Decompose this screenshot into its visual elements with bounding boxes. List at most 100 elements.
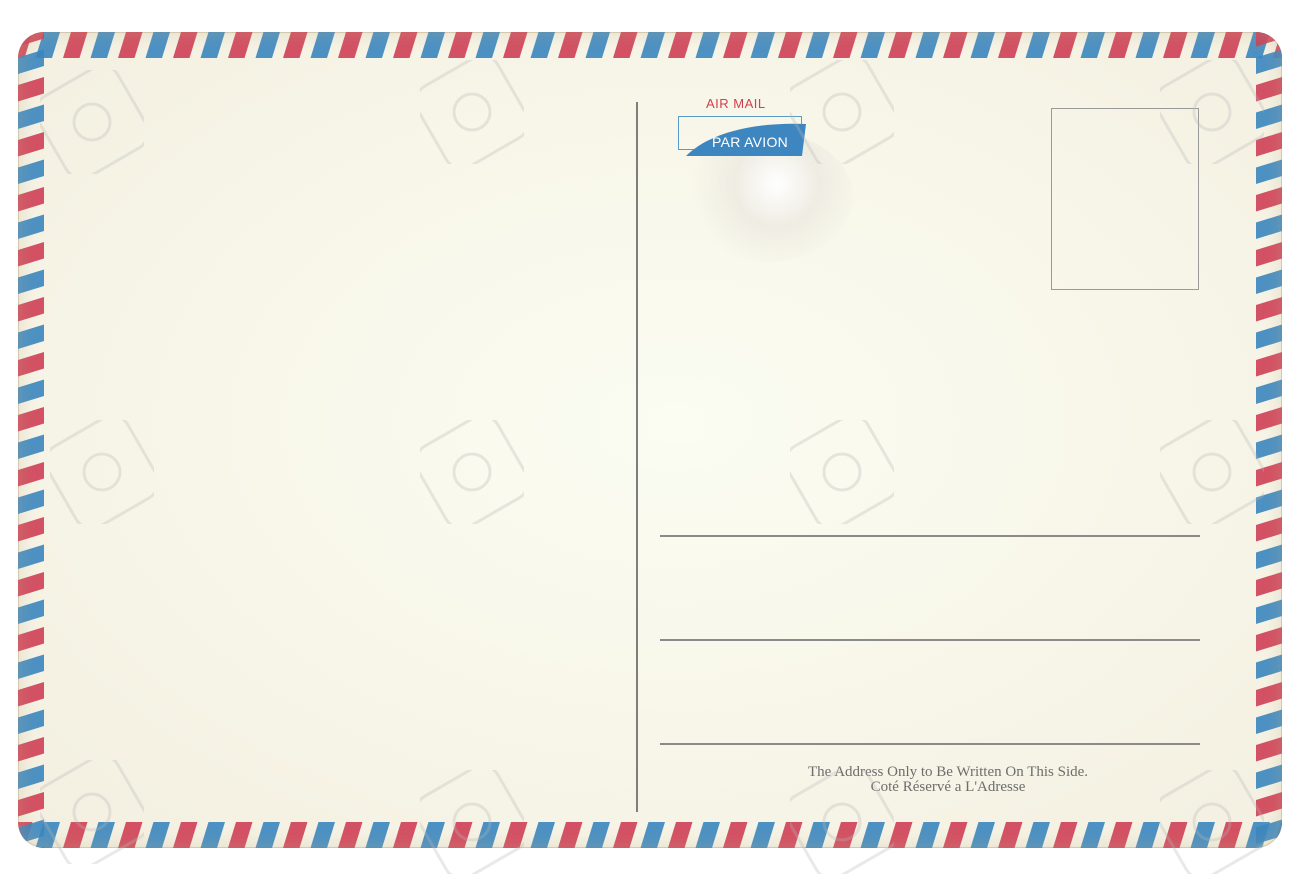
border-stripe: [18, 269, 44, 294]
border-stripe: [145, 32, 170, 58]
border-stripe: [18, 627, 44, 652]
border-stripe: [613, 32, 638, 58]
border-stripe: [970, 822, 995, 848]
border-stripe: [750, 822, 775, 848]
border-stripe: [18, 489, 44, 514]
border-stripe: [503, 822, 528, 848]
border-stripe: [18, 654, 44, 679]
border-stripe: [1245, 822, 1270, 848]
border-stripe: [1256, 159, 1282, 184]
border-stripe: [18, 242, 44, 267]
border-stripe: [338, 32, 363, 58]
border-stripe: [1256, 324, 1282, 349]
border-stripe: [310, 822, 335, 848]
border-stripe: [310, 32, 335, 58]
border-stripe: [1256, 572, 1282, 597]
border-stripe: [833, 32, 858, 58]
border-stripe: [18, 792, 44, 817]
border-stripe: [1163, 822, 1188, 848]
border-stripe: [18, 379, 44, 404]
border-stripe: [530, 32, 555, 58]
border-stripe: [833, 822, 858, 848]
border-stripe: [448, 32, 473, 58]
border-stripe: [778, 822, 803, 848]
address-line-2: [660, 639, 1200, 641]
border-stripe: [18, 214, 44, 239]
border-stripe: [1256, 819, 1282, 844]
address-line-1: [660, 535, 1200, 537]
border-stripe: [1256, 379, 1282, 404]
border-stripe: [1256, 517, 1282, 542]
border-stripe: [1256, 682, 1282, 707]
border-stripe: [1256, 132, 1282, 157]
border-stripe: [805, 822, 830, 848]
border-stripe: [448, 822, 473, 848]
border-stripe: [18, 104, 44, 129]
border-stripe: [365, 32, 390, 58]
border-stripe: [723, 32, 748, 58]
border-stripe: [805, 32, 830, 58]
border-stripe: [18, 159, 44, 184]
address-instructions-en: The Address Only to Be Written On This S…: [807, 764, 1089, 780]
border-stripe: [18, 517, 44, 542]
border-stripe: [18, 32, 44, 47]
border-stripe: [943, 822, 968, 848]
border-stripe: [145, 822, 170, 848]
border-stripe: [118, 32, 143, 58]
border-stripe: [40, 847, 44, 848]
border-stripe: [18, 434, 44, 459]
border-stripe: [338, 822, 363, 848]
border-stripe: [1025, 32, 1050, 58]
border-stripe: [1053, 32, 1078, 58]
airmail-border-top: [18, 32, 1282, 58]
border-stripe: [283, 822, 308, 848]
address-instructions-fr: Coté Réservé a L'Adresse: [870, 779, 1026, 795]
border-stripe: [503, 32, 528, 58]
border-stripe: [915, 822, 940, 848]
border-stripe: [173, 32, 198, 58]
border-stripe: [18, 32, 33, 58]
border-stripe: [613, 822, 638, 848]
border-stripe: [640, 32, 665, 58]
border-stripe: [90, 32, 115, 58]
border-stripe: [1080, 32, 1105, 58]
address-instructions: The Address Only to Be Written On This S…: [718, 765, 1178, 795]
border-stripe: [228, 32, 253, 58]
border-stripe: [998, 822, 1023, 848]
border-stripe: [18, 187, 44, 212]
border-stripe: [1256, 599, 1282, 624]
postcard: AIR MAIL PAR AVION The Address Only to B…: [18, 32, 1282, 848]
border-stripe: [35, 822, 60, 848]
border-stripe: [255, 822, 280, 848]
border-stripe: [18, 49, 44, 74]
par-avion-label: PAR AVION: [712, 134, 789, 150]
border-stripe: [63, 822, 88, 848]
address-line-3: [660, 743, 1200, 745]
border-stripe: [1135, 822, 1160, 848]
border-stripe: [1256, 104, 1282, 129]
border-stripe: [530, 822, 555, 848]
border-stripe: [18, 77, 44, 102]
border-stripe: [255, 32, 280, 58]
border-stripe: [1218, 32, 1243, 58]
border-stripe: [1256, 654, 1282, 679]
border-stripe: [1256, 242, 1282, 267]
border-stripe: [393, 822, 418, 848]
border-stripe: [1256, 214, 1282, 239]
border-stripe: [723, 822, 748, 848]
border-stripe: [998, 32, 1023, 58]
border-stripe: [1256, 627, 1282, 652]
border-stripe: [1278, 847, 1282, 848]
border-stripe: [18, 682, 44, 707]
border-stripe: [668, 32, 693, 58]
border-stripe: [750, 32, 775, 58]
border-stripe: [778, 32, 803, 58]
border-stripe: [1108, 822, 1133, 848]
border-stripe: [1108, 32, 1133, 58]
border-stripe: [915, 32, 940, 58]
airmail-border-left: [18, 32, 44, 848]
border-stripe: [63, 32, 88, 58]
border-stripe: [1273, 32, 1282, 58]
border-stripe: [1256, 352, 1282, 377]
border-stripe: [1190, 32, 1215, 58]
